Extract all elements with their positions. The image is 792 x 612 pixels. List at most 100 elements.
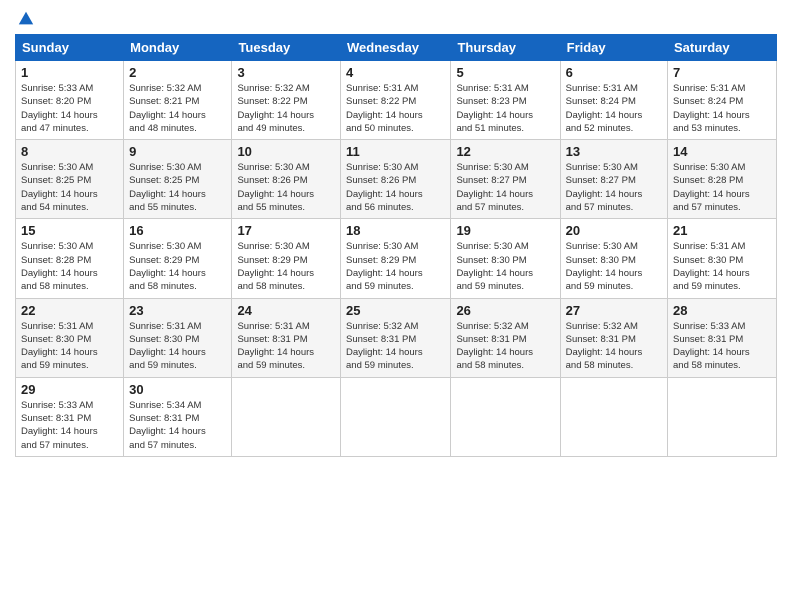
day-info: Sunrise: 5:33 AM Sunset: 8:20 PM Dayligh…: [21, 82, 118, 135]
weekday-header-saturday: Saturday: [668, 35, 777, 61]
day-number: 26: [456, 303, 554, 318]
day-info: Sunrise: 5:32 AM Sunset: 8:21 PM Dayligh…: [129, 82, 226, 135]
day-cell: 7Sunrise: 5:31 AM Sunset: 8:24 PM Daylig…: [668, 61, 777, 140]
day-info: Sunrise: 5:31 AM Sunset: 8:24 PM Dayligh…: [673, 82, 771, 135]
day-info: Sunrise: 5:30 AM Sunset: 8:29 PM Dayligh…: [237, 240, 335, 293]
day-number: 9: [129, 144, 226, 159]
day-cell: 28 Sunrise: 5:33 AM Sunset: 8:31 PM Dayli…: [668, 298, 777, 377]
empty-cell: [668, 377, 777, 456]
day-cell: 9 Sunrise: 5:30 AM Sunset: 8:25 PM Daylig…: [124, 140, 232, 219]
day-info: Sunrise: 5:33 AM Sunset: 8:31 PM Dayligh…: [21, 399, 118, 452]
day-number: 24: [237, 303, 335, 318]
day-number: 10: [237, 144, 335, 159]
weekday-header-friday: Friday: [560, 35, 667, 61]
day-number: 6: [566, 65, 662, 80]
calendar-week-row: 15Sunrise: 5:30 AM Sunset: 8:28 PM Dayli…: [16, 219, 777, 298]
day-cell: 16 Sunrise: 5:30 AM Sunset: 8:29 PM Dayli…: [124, 219, 232, 298]
day-number: 23: [129, 303, 226, 318]
day-cell: 5Sunrise: 5:31 AM Sunset: 8:23 PM Daylig…: [451, 61, 560, 140]
day-cell: 15Sunrise: 5:30 AM Sunset: 8:28 PM Dayli…: [16, 219, 124, 298]
day-cell: 18Sunrise: 5:30 AM Sunset: 8:29 PM Dayli…: [341, 219, 451, 298]
calendar-week-row: 29Sunrise: 5:33 AM Sunset: 8:31 PM Dayli…: [16, 377, 777, 456]
day-number: 2: [129, 65, 226, 80]
weekday-header-sunday: Sunday: [16, 35, 124, 61]
day-cell: 24 Sunrise: 5:31 AM Sunset: 8:31 PM Dayli…: [232, 298, 341, 377]
logo: [15, 10, 35, 28]
day-info: Sunrise: 5:31 AM Sunset: 8:30 PM Dayligh…: [21, 320, 118, 373]
day-number: 21: [673, 223, 771, 238]
logo-icon: [17, 10, 35, 28]
day-number: 4: [346, 65, 445, 80]
day-number: 12: [456, 144, 554, 159]
day-number: 30: [129, 382, 226, 397]
day-cell: 25 Sunrise: 5:32 AM Sunset: 8:31 PM Dayli…: [341, 298, 451, 377]
day-info: Sunrise: 5:31 AM Sunset: 8:30 PM Dayligh…: [129, 320, 226, 373]
day-cell: 8 Sunrise: 5:30 AM Sunset: 8:25 PM Daylig…: [16, 140, 124, 219]
day-cell: 11 Sunrise: 5:30 AM Sunset: 8:26 PM Dayli…: [341, 140, 451, 219]
day-number: 8: [21, 144, 118, 159]
day-cell: 17 Sunrise: 5:30 AM Sunset: 8:29 PM Dayli…: [232, 219, 341, 298]
empty-cell: [341, 377, 451, 456]
day-info: Sunrise: 5:30 AM Sunset: 8:26 PM Dayligh…: [346, 161, 445, 214]
day-cell: 22 Sunrise: 5:31 AM Sunset: 8:30 PM Dayli…: [16, 298, 124, 377]
day-info: Sunrise: 5:32 AM Sunset: 8:31 PM Dayligh…: [566, 320, 662, 373]
day-number: 3: [237, 65, 335, 80]
day-info: Sunrise: 5:30 AM Sunset: 8:27 PM Dayligh…: [566, 161, 662, 214]
calendar-week-row: 1 Sunrise: 5:33 AM Sunset: 8:20 PM Daylig…: [16, 61, 777, 140]
day-info: Sunrise: 5:30 AM Sunset: 8:29 PM Dayligh…: [346, 240, 445, 293]
day-number: 14: [673, 144, 771, 159]
day-info: Sunrise: 5:30 AM Sunset: 8:30 PM Dayligh…: [456, 240, 554, 293]
day-number: 22: [21, 303, 118, 318]
day-info: Sunrise: 5:30 AM Sunset: 8:30 PM Dayligh…: [566, 240, 662, 293]
day-info: Sunrise: 5:30 AM Sunset: 8:28 PM Dayligh…: [673, 161, 771, 214]
day-info: Sunrise: 5:31 AM Sunset: 8:24 PM Dayligh…: [566, 82, 662, 135]
day-number: 17: [237, 223, 335, 238]
day-cell: 6 Sunrise: 5:31 AM Sunset: 8:24 PM Daylig…: [560, 61, 667, 140]
header: [15, 10, 777, 28]
day-cell: 13 Sunrise: 5:30 AM Sunset: 8:27 PM Dayli…: [560, 140, 667, 219]
day-info: Sunrise: 5:30 AM Sunset: 8:29 PM Dayligh…: [129, 240, 226, 293]
day-info: Sunrise: 5:31 AM Sunset: 8:31 PM Dayligh…: [237, 320, 335, 373]
day-info: Sunrise: 5:30 AM Sunset: 8:27 PM Dayligh…: [456, 161, 554, 214]
day-cell: 29Sunrise: 5:33 AM Sunset: 8:31 PM Dayli…: [16, 377, 124, 456]
day-cell: 12 Sunrise: 5:30 AM Sunset: 8:27 PM Dayli…: [451, 140, 560, 219]
day-cell: 27 Sunrise: 5:32 AM Sunset: 8:31 PM Dayli…: [560, 298, 667, 377]
day-number: 25: [346, 303, 445, 318]
weekday-header-tuesday: Tuesday: [232, 35, 341, 61]
day-cell: 26Sunrise: 5:32 AM Sunset: 8:31 PM Dayli…: [451, 298, 560, 377]
day-cell: 30 Sunrise: 5:34 AM Sunset: 8:31 PM Dayli…: [124, 377, 232, 456]
day-info: Sunrise: 5:30 AM Sunset: 8:28 PM Dayligh…: [21, 240, 118, 293]
day-number: 16: [129, 223, 226, 238]
day-info: Sunrise: 5:30 AM Sunset: 8:25 PM Dayligh…: [21, 161, 118, 214]
day-cell: 2 Sunrise: 5:32 AM Sunset: 8:21 PM Daylig…: [124, 61, 232, 140]
empty-cell: [560, 377, 667, 456]
weekday-header-thursday: Thursday: [451, 35, 560, 61]
weekday-header-monday: Monday: [124, 35, 232, 61]
calendar-week-row: 22 Sunrise: 5:31 AM Sunset: 8:30 PM Dayli…: [16, 298, 777, 377]
day-info: Sunrise: 5:32 AM Sunset: 8:31 PM Dayligh…: [346, 320, 445, 373]
day-info: Sunrise: 5:30 AM Sunset: 8:26 PM Dayligh…: [237, 161, 335, 214]
day-cell: 20 Sunrise: 5:30 AM Sunset: 8:30 PM Dayli…: [560, 219, 667, 298]
day-number: 5: [456, 65, 554, 80]
day-number: 27: [566, 303, 662, 318]
day-info: Sunrise: 5:31 AM Sunset: 8:30 PM Dayligh…: [673, 240, 771, 293]
day-number: 11: [346, 144, 445, 159]
day-cell: 10 Sunrise: 5:30 AM Sunset: 8:26 PM Dayli…: [232, 140, 341, 219]
day-cell: 1 Sunrise: 5:33 AM Sunset: 8:20 PM Daylig…: [16, 61, 124, 140]
day-info: Sunrise: 5:33 AM Sunset: 8:31 PM Dayligh…: [673, 320, 771, 373]
calendar-week-row: 8 Sunrise: 5:30 AM Sunset: 8:25 PM Daylig…: [16, 140, 777, 219]
day-cell: 3Sunrise: 5:32 AM Sunset: 8:22 PM Daylig…: [232, 61, 341, 140]
calendar-table: SundayMondayTuesdayWednesdayThursdayFrid…: [15, 34, 777, 457]
day-cell: 19Sunrise: 5:30 AM Sunset: 8:30 PM Dayli…: [451, 219, 560, 298]
day-info: Sunrise: 5:30 AM Sunset: 8:25 PM Dayligh…: [129, 161, 226, 214]
weekday-header-wednesday: Wednesday: [341, 35, 451, 61]
day-cell: 14 Sunrise: 5:30 AM Sunset: 8:28 PM Dayli…: [668, 140, 777, 219]
day-number: 28: [673, 303, 771, 318]
day-number: 1: [21, 65, 118, 80]
empty-cell: [232, 377, 341, 456]
page: SundayMondayTuesdayWednesdayThursdayFrid…: [0, 0, 792, 612]
day-number: 13: [566, 144, 662, 159]
day-cell: 21 Sunrise: 5:31 AM Sunset: 8:30 PM Dayli…: [668, 219, 777, 298]
day-info: Sunrise: 5:34 AM Sunset: 8:31 PM Dayligh…: [129, 399, 226, 452]
day-number: 20: [566, 223, 662, 238]
